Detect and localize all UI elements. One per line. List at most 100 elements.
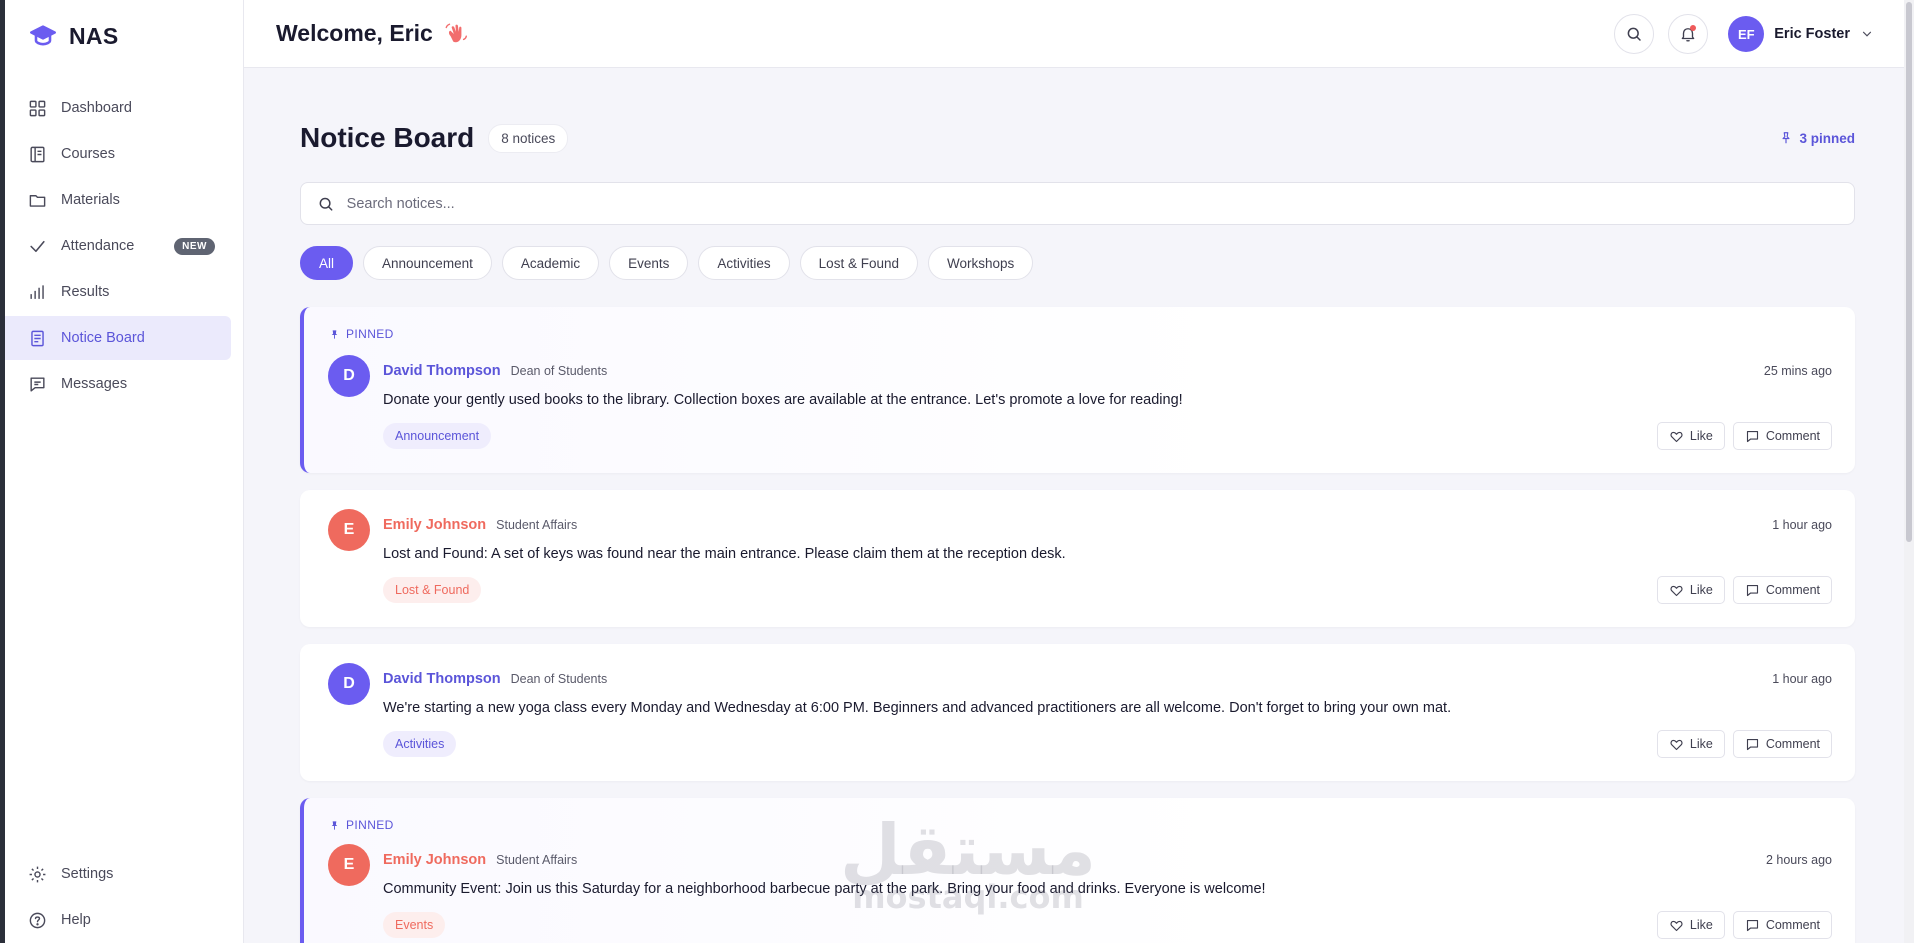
notice-message: Donate your gently used books to the lib… bbox=[383, 392, 1183, 408]
pinned-count[interactable]: 3 pinned bbox=[1779, 131, 1855, 146]
comment-label: Comment bbox=[1765, 918, 1820, 932]
notice-card: PINNED E Emily Johnson Student Affairs 2… bbox=[300, 798, 1855, 943]
pinned-label: PINNED bbox=[329, 327, 394, 341]
notice-header: Emily Johnson Student Affairs 2 hours ag… bbox=[383, 851, 1832, 869]
sidebar-item-results[interactable]: Results bbox=[5, 270, 231, 314]
gear-icon bbox=[29, 866, 46, 882]
sidebar-item-messages[interactable]: Messages bbox=[5, 362, 231, 406]
filter-academic[interactable]: Academic bbox=[501, 246, 600, 280]
timestamp: 25 mins ago bbox=[1763, 364, 1832, 378]
title-row: Notice Board 8 notices 3 pinned bbox=[300, 120, 1855, 156]
folder-icon bbox=[29, 194, 46, 207]
sidebar-item-label: Results bbox=[61, 284, 110, 300]
pinned-label-text: PINNED bbox=[346, 327, 394, 341]
category-tag[interactable]: Activities bbox=[383, 731, 457, 757]
filter-announcement[interactable]: Announcement bbox=[363, 246, 492, 280]
notice-count-badge: 8 notices bbox=[488, 123, 569, 153]
author-name[interactable]: Emily Johnson bbox=[383, 517, 486, 533]
top-header: Welcome, Eric EF Eric Foster bbox=[244, 0, 1914, 68]
notice-actions: Like Comment bbox=[1656, 730, 1832, 758]
like-button[interactable]: Like bbox=[1656, 730, 1725, 758]
filter-workshops[interactable]: Workshops bbox=[927, 246, 1034, 280]
sidebar-item-label: Settings bbox=[61, 866, 114, 882]
filter-lost-found[interactable]: Lost & Found bbox=[799, 246, 918, 280]
sidebar-item-settings[interactable]: Settings bbox=[5, 852, 219, 896]
avatar: E bbox=[328, 844, 370, 886]
search-input[interactable] bbox=[346, 195, 1854, 212]
comment-label: Comment bbox=[1765, 429, 1820, 443]
comment-icon bbox=[1746, 584, 1758, 596]
sidebar-item-label: Dashboard bbox=[61, 100, 132, 116]
pinned-label-text: PINNED bbox=[346, 818, 394, 832]
notifications-button[interactable] bbox=[1668, 14, 1709, 54]
sidebar-item-dashboard[interactable]: Dashboard bbox=[5, 86, 231, 130]
author-role: Student Affairs bbox=[496, 853, 578, 867]
user-name: Eric Foster bbox=[1774, 26, 1850, 42]
sidebar-item-label: Messages bbox=[61, 376, 128, 392]
sidebar-item-materials[interactable]: Materials bbox=[5, 178, 231, 222]
filter-events[interactable]: Events bbox=[609, 246, 689, 280]
page-title: Notice Board bbox=[300, 122, 475, 153]
author-name[interactable]: David Thompson bbox=[383, 671, 501, 687]
check-icon bbox=[30, 240, 45, 252]
notice-message: Lost and Found: A set of keys was found … bbox=[383, 546, 1066, 562]
notice-footer: Announcement Like Comment bbox=[383, 422, 1832, 450]
like-button[interactable]: Like bbox=[1656, 422, 1725, 450]
sidebar-item-notice-board[interactable]: Notice Board bbox=[5, 316, 231, 360]
pin-icon bbox=[331, 820, 338, 830]
heart-icon bbox=[1670, 920, 1683, 931]
heart-icon bbox=[1670, 585, 1683, 596]
avatar: E bbox=[328, 509, 370, 551]
author-role: Dean of Students bbox=[510, 672, 608, 686]
comment-label: Comment bbox=[1765, 737, 1820, 751]
comment-button[interactable]: Comment bbox=[1732, 911, 1832, 939]
notice-footer: Lost & Found Like Comment bbox=[383, 576, 1832, 604]
like-button[interactable]: Like bbox=[1656, 911, 1725, 939]
comment-icon bbox=[1746, 919, 1758, 931]
sidebar-item-label: Courses bbox=[61, 146, 115, 162]
comment-button[interactable]: Comment bbox=[1732, 730, 1832, 758]
message-icon bbox=[30, 376, 45, 392]
notice-message: Community Event: Join us this Saturday f… bbox=[383, 881, 1266, 897]
heart-icon bbox=[1670, 431, 1683, 442]
category-tag[interactable]: Events bbox=[383, 912, 446, 938]
sidebar-item-label: Notice Board bbox=[61, 330, 145, 346]
author-role: Student Affairs bbox=[496, 518, 578, 532]
sidebar-item-label: Attendance bbox=[61, 238, 135, 254]
search-button[interactable] bbox=[1614, 14, 1655, 54]
scrollbar[interactable] bbox=[1904, 0, 1914, 943]
notice-icon bbox=[31, 330, 44, 346]
notice-card: D David Thompson Dean of Students 1 hour… bbox=[300, 644, 1855, 781]
comment-icon bbox=[1746, 430, 1758, 442]
new-badge: NEW bbox=[174, 237, 215, 255]
author-name[interactable]: Emily Johnson bbox=[383, 852, 486, 868]
sidebar-nav: Dashboard Courses Materials Attendance N… bbox=[5, 86, 243, 406]
scrollbar-thumb[interactable] bbox=[1906, 2, 1912, 542]
notice-card: PINNED D David Thompson Dean of Students… bbox=[300, 307, 1855, 473]
filter-activities[interactable]: Activities bbox=[698, 246, 790, 280]
filter-chips: All Announcement Academic Events Activit… bbox=[300, 246, 1855, 280]
welcome-text: Welcome, Eric bbox=[276, 20, 433, 46]
category-tag[interactable]: Announcement bbox=[383, 423, 492, 449]
sidebar-item-help[interactable]: Help bbox=[5, 898, 219, 942]
filter-all[interactable]: All bbox=[300, 246, 354, 280]
like-button[interactable]: Like bbox=[1656, 576, 1725, 604]
comment-button[interactable]: Comment bbox=[1732, 422, 1832, 450]
bar-chart-icon bbox=[30, 284, 44, 299]
sidebar-item-attendance[interactable]: Attendance NEW bbox=[5, 224, 231, 268]
main-content: Notice Board 8 notices 3 pinned All Anno… bbox=[300, 68, 1855, 943]
timestamp: 1 hour ago bbox=[1772, 518, 1832, 532]
book-icon bbox=[30, 146, 45, 162]
category-tag[interactable]: Lost & Found bbox=[383, 577, 482, 603]
header-actions: EF Eric Foster bbox=[1614, 14, 1874, 54]
user-menu[interactable]: EF Eric Foster bbox=[1728, 16, 1874, 52]
notice-actions: Like Comment bbox=[1656, 576, 1832, 604]
sidebar-item-courses[interactable]: Courses bbox=[5, 132, 231, 176]
sidebar: NAS Dashboard Courses Materials Attendan… bbox=[0, 0, 244, 943]
comment-button[interactable]: Comment bbox=[1732, 576, 1832, 604]
author-name[interactable]: David Thompson bbox=[383, 363, 501, 379]
sidebar-item-label: Materials bbox=[61, 192, 120, 208]
timestamp: 1 hour ago bbox=[1772, 672, 1832, 686]
brand[interactable]: NAS bbox=[5, 0, 243, 72]
waving-hand-icon bbox=[445, 23, 467, 42]
